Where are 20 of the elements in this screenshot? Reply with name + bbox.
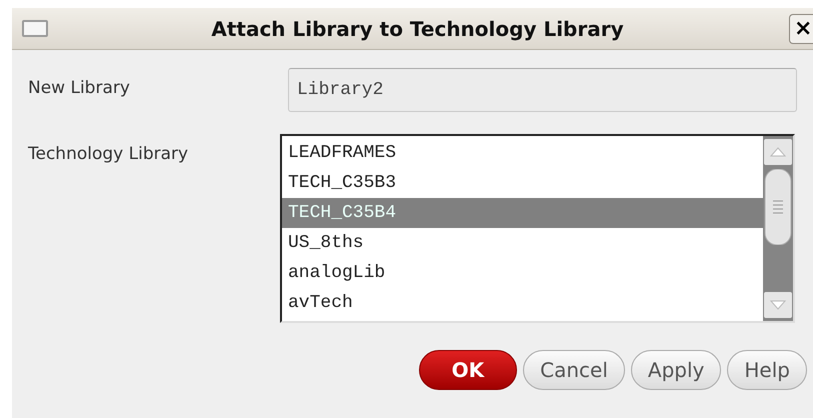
field-label: New Library	[28, 77, 131, 100]
list-item[interactable]: TECH_C35B3	[282, 168, 763, 198]
scroll-up-icon[interactable]	[764, 139, 792, 165]
default-button[interactable]: OK	[418, 350, 518, 390]
window-icon[interactable]	[22, 20, 48, 37]
list-item[interactable]: LEADFRAMES	[282, 138, 763, 168]
dialog-button[interactable]: Cancel	[523, 350, 625, 390]
list-item[interactable]: TECH_C35B4	[282, 198, 763, 228]
list-item[interactable]: avTech	[282, 288, 763, 318]
list-box[interactable]: LEADFRAMES TECH_C35B3 TECH_C35B4 US_8ths analogLib avTech	[280, 134, 795, 323]
close-button[interactable]: ×	[789, 14, 813, 44]
dialog-button[interactable]: Apply	[630, 350, 722, 390]
list-item[interactable]: analogLib	[282, 258, 763, 288]
window-title: Attach Library to Technology Library	[210, 16, 625, 40]
scroll-down-icon[interactable]	[764, 292, 792, 318]
dialog-button[interactable]: Help	[727, 350, 807, 390]
field-label: Technology Library	[28, 143, 190, 166]
list-item[interactable]: US_8ths	[282, 228, 763, 258]
scroll-thumb[interactable]	[764, 169, 792, 245]
input-field[interactable]: Library2	[288, 68, 797, 112]
